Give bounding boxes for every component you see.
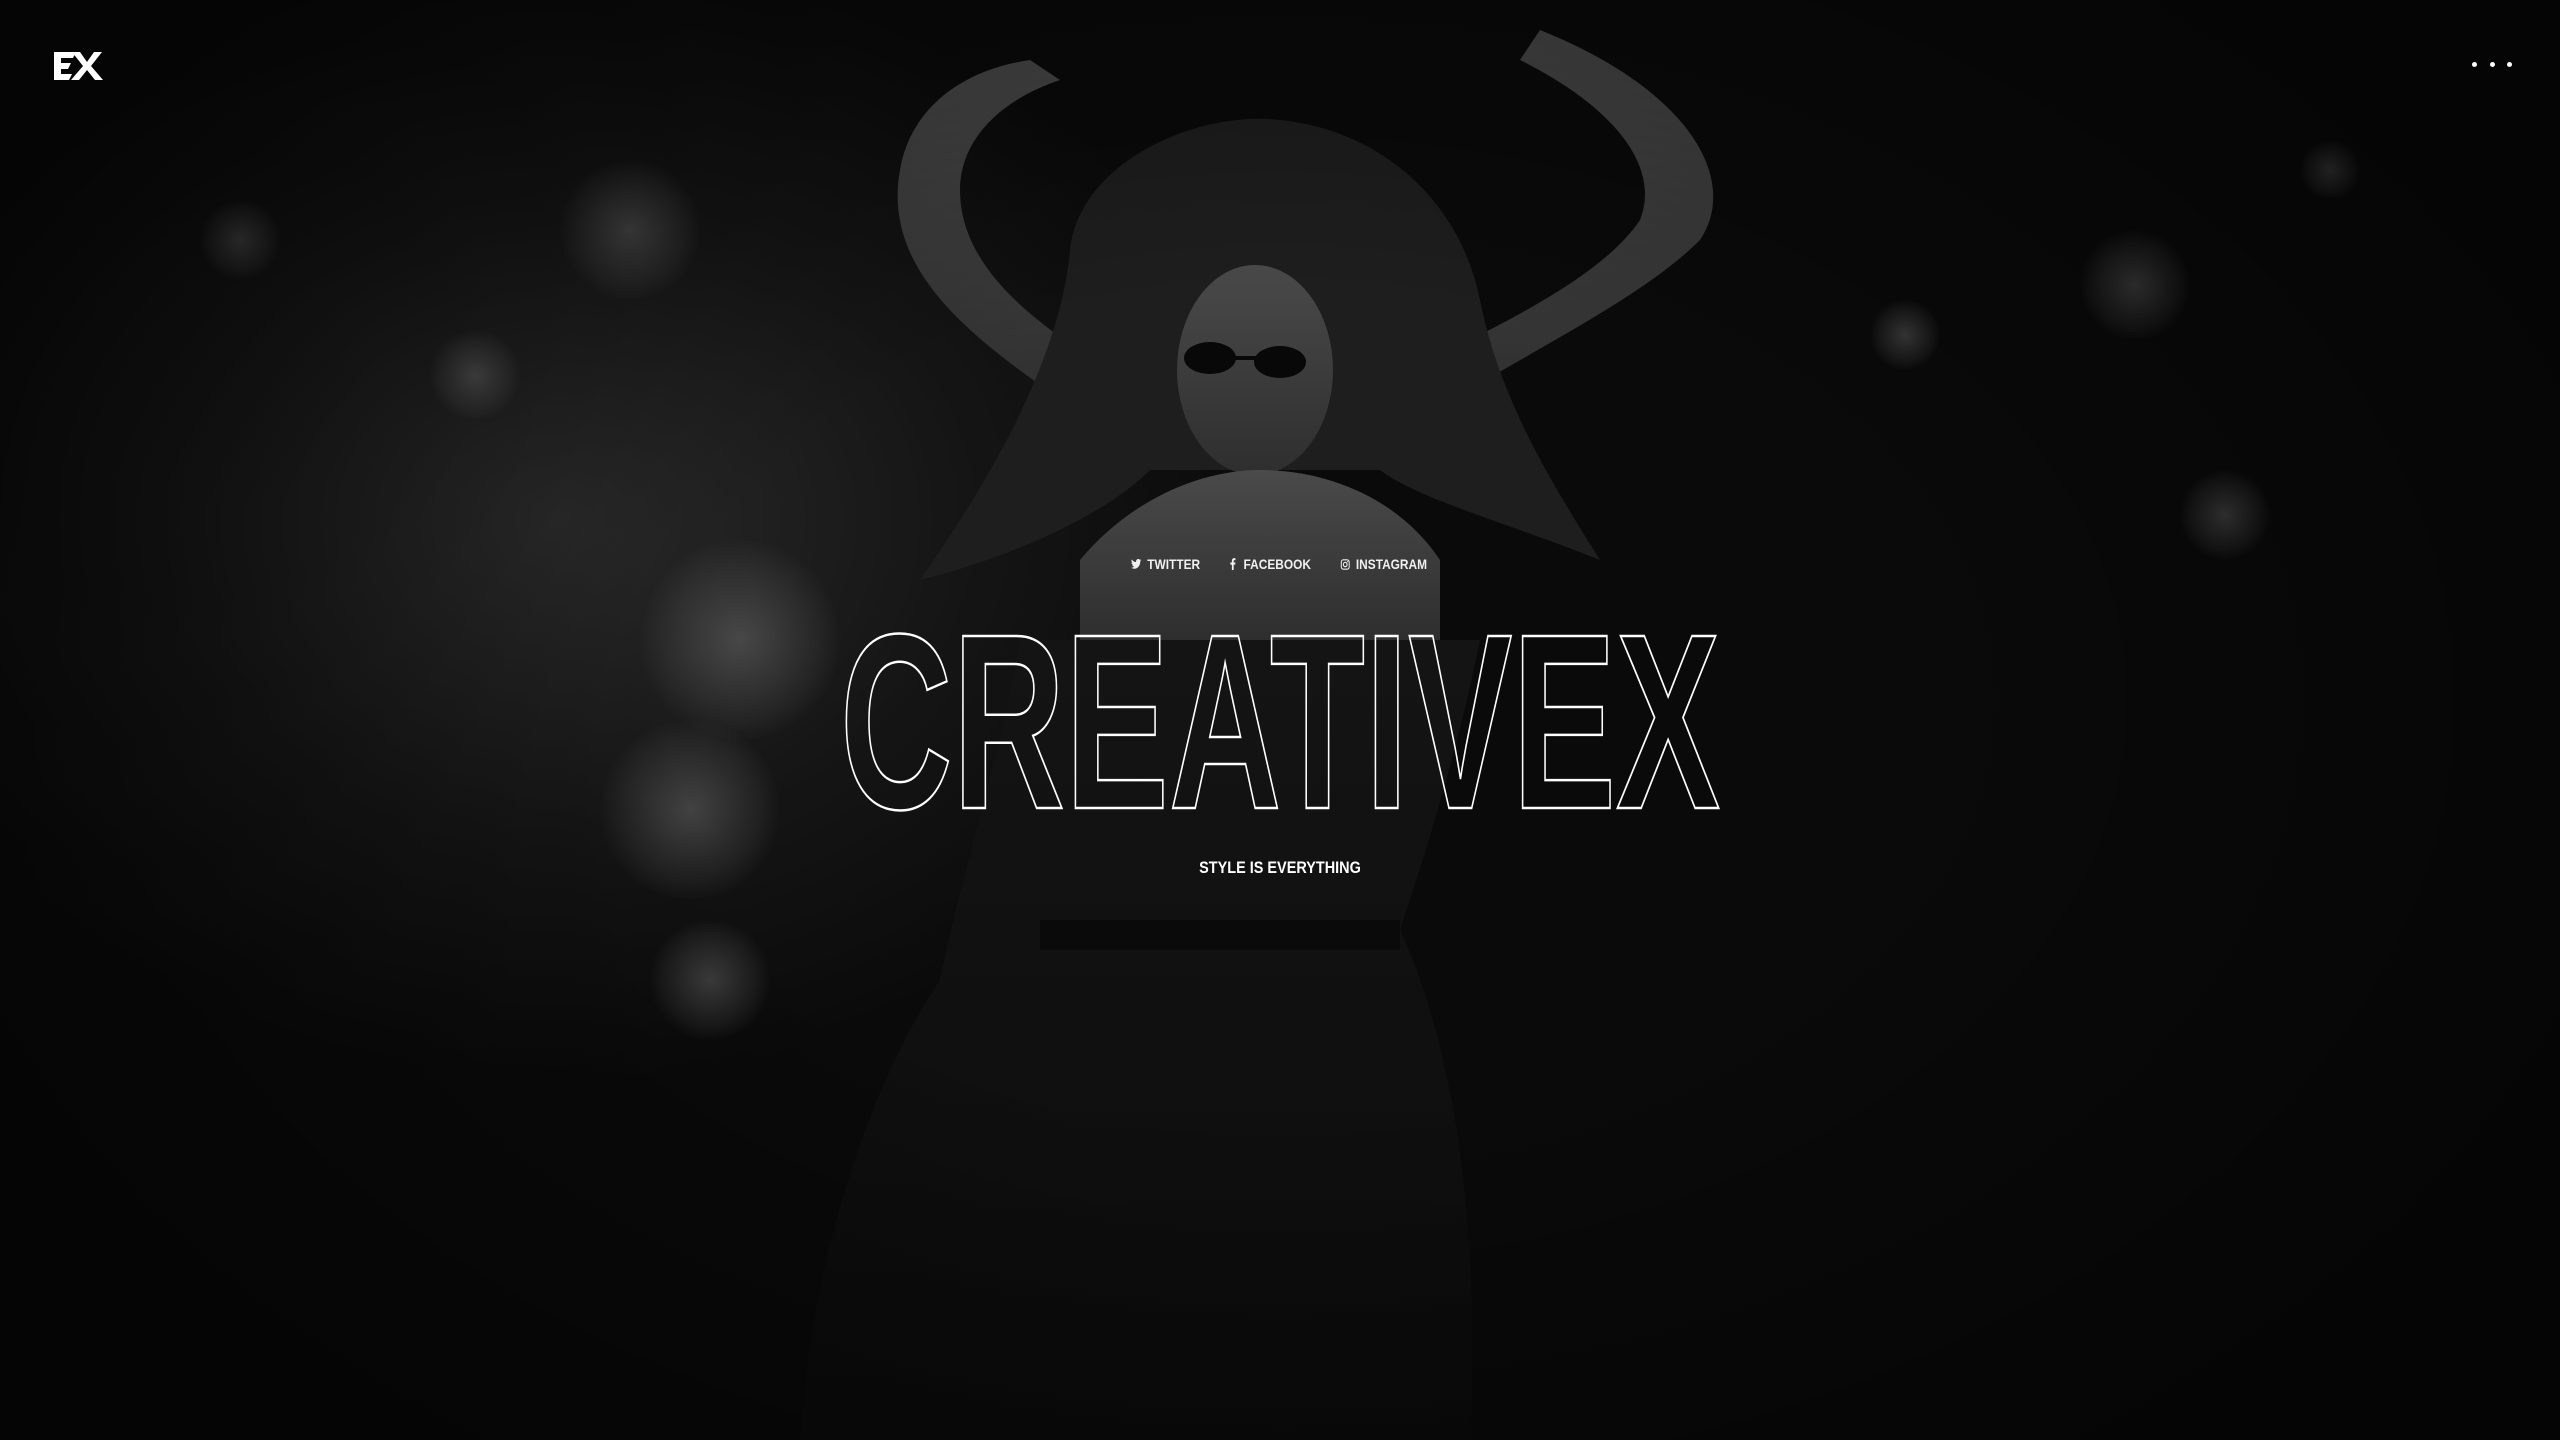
more-horizontal-icon bbox=[2489, 61, 2495, 67]
hero-section: TWITTER FACEBOOK INSTAGRAM CREATIVEX STY… bbox=[0, 0, 2560, 1440]
instagram-link[interactable]: INSTAGRAM bbox=[1340, 556, 1427, 572]
twitter-label: TWITTER bbox=[1147, 556, 1200, 572]
twitter-link[interactable]: TWITTER bbox=[1130, 556, 1200, 572]
facebook-icon bbox=[1227, 558, 1237, 570]
instagram-icon bbox=[1340, 558, 1350, 570]
social-links: TWITTER FACEBOOK INSTAGRAM bbox=[0, 556, 2560, 572]
instagram-label: INSTAGRAM bbox=[1356, 556, 1428, 572]
facebook-link[interactable]: FACEBOOK bbox=[1227, 556, 1311, 572]
more-horizontal-icon bbox=[2472, 61, 2477, 67]
hero-title-text: CREATIVEX bbox=[840, 600, 1720, 830]
twitter-icon bbox=[1130, 558, 1142, 570]
menu-button[interactable] bbox=[2472, 52, 2512, 76]
facebook-label: FACEBOOK bbox=[1243, 556, 1312, 572]
hero-title: CREATIVEX bbox=[839, 600, 1722, 830]
brand-logo[interactable] bbox=[50, 46, 110, 86]
hero-tagline: STYLE IS EVERYTHING bbox=[1199, 858, 1361, 877]
more-horizontal-icon bbox=[2507, 61, 2512, 67]
